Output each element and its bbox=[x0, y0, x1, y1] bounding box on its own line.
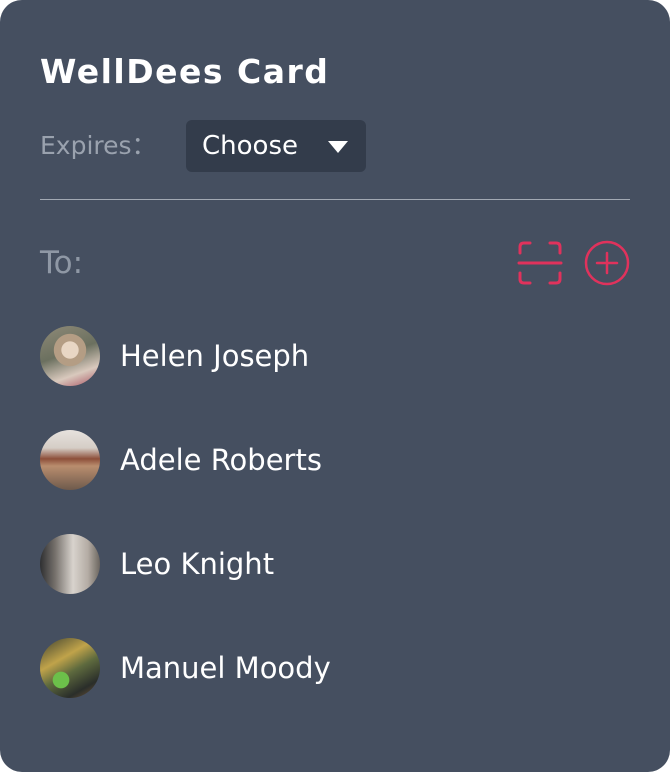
avatar bbox=[40, 430, 100, 490]
contact-item[interactable]: Leo Knight bbox=[40, 534, 600, 594]
contact-item[interactable]: Manuel Moody bbox=[40, 638, 600, 698]
avatar bbox=[40, 534, 100, 594]
contact-name: Adele Roberts bbox=[120, 443, 322, 477]
caret-down-icon bbox=[328, 141, 348, 153]
avatar bbox=[40, 638, 100, 698]
welldees-card: WellDees Card Expires： Choose To: Helen … bbox=[0, 0, 670, 772]
avatar bbox=[40, 326, 100, 386]
scan-icon bbox=[517, 241, 563, 285]
add-circle-icon bbox=[584, 240, 630, 286]
contact-name: Helen Joseph bbox=[120, 339, 310, 373]
contact-name: Leo Knight bbox=[120, 547, 275, 581]
card-title: WellDees Card bbox=[40, 52, 330, 91]
expires-label: Expires： bbox=[40, 131, 157, 160]
contact-name: Manuel Moody bbox=[120, 651, 331, 685]
contact-item[interactable]: Adele Roberts bbox=[40, 430, 600, 490]
divider bbox=[40, 199, 630, 200]
add-contact-button[interactable] bbox=[584, 240, 630, 286]
expires-dropdown-value: Choose bbox=[202, 131, 298, 161]
contact-item[interactable]: Helen Joseph bbox=[40, 326, 600, 386]
to-label: To: bbox=[40, 245, 84, 281]
expires-dropdown[interactable]: Choose bbox=[186, 120, 366, 172]
scan-button[interactable] bbox=[517, 240, 563, 286]
